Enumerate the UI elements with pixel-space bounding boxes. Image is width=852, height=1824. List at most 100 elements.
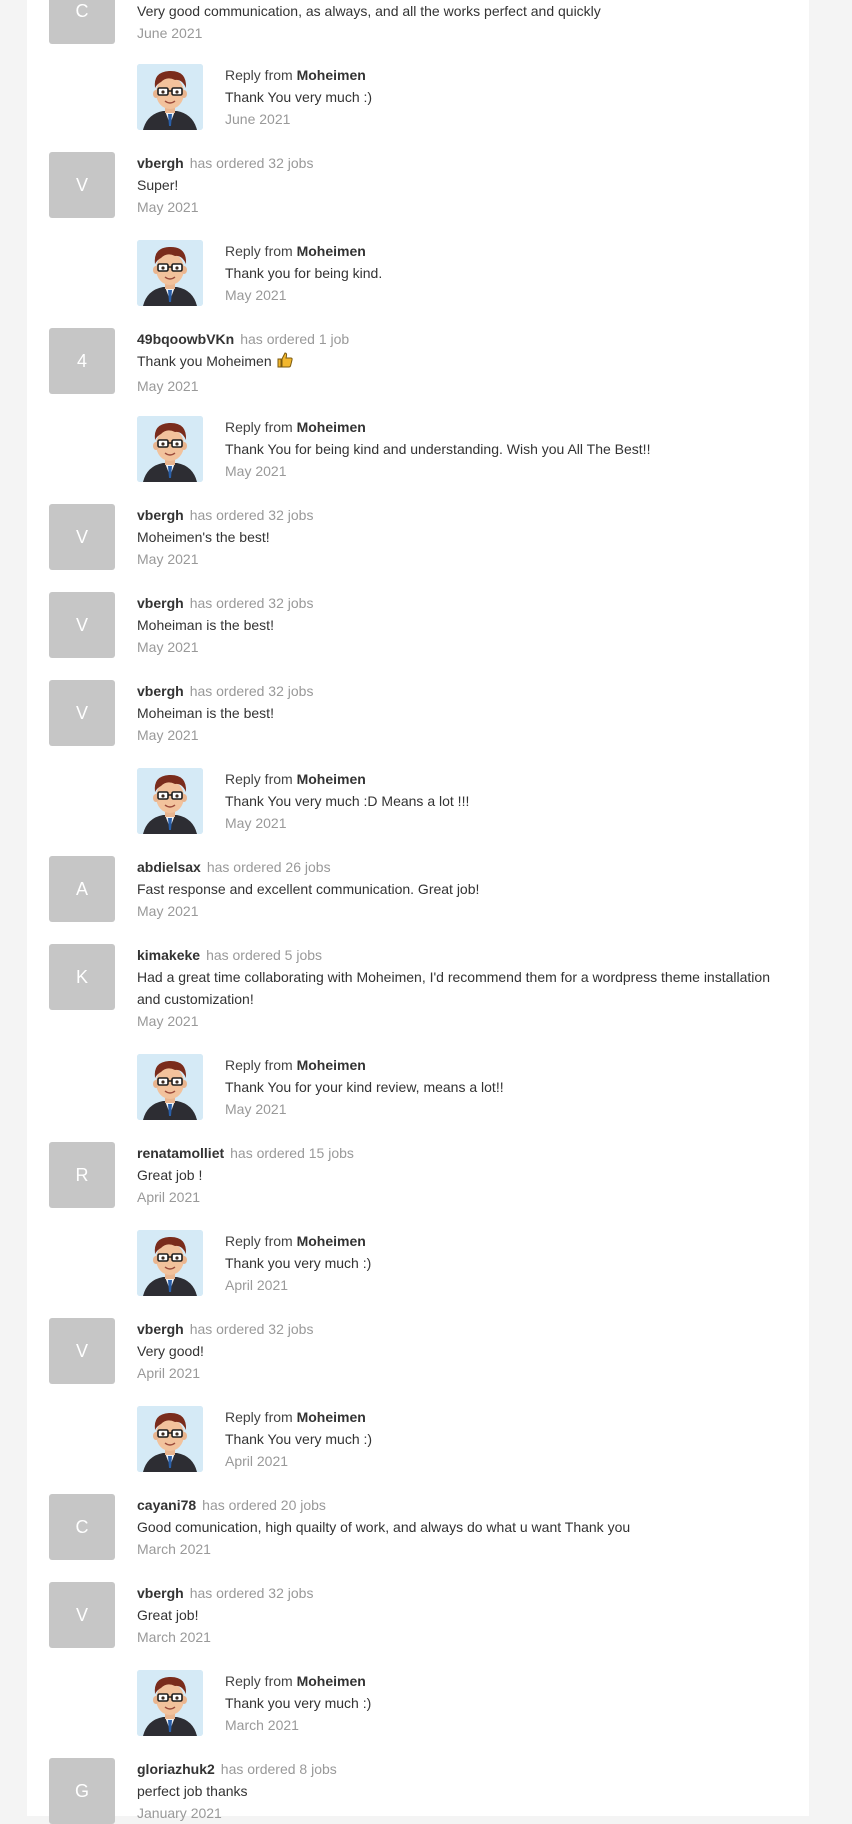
reply-prefix: Reply from — [225, 243, 293, 259]
order-count: has ordered 8 jobs — [220, 1761, 337, 1777]
reply-text: Thank You for being kind and understandi… — [225, 441, 651, 457]
seller-avatar — [137, 416, 203, 482]
review-date: June 2021 — [137, 25, 203, 41]
order-count: has ordered 32 jobs — [189, 683, 314, 699]
reviewer-avatar: A — [49, 856, 115, 922]
reply-prefix: Reply from — [225, 67, 293, 83]
review-date: May 2021 — [137, 551, 199, 567]
order-count: has ordered 32 jobs — [189, 1321, 314, 1337]
seller-avatar — [137, 240, 203, 306]
reply-text: Thank You for your kind review, means a … — [225, 1079, 504, 1095]
reviewer-avatar: C — [49, 0, 115, 44]
review-date: May 2021 — [137, 1013, 199, 1029]
reviewer-username[interactable]: cayani78 — [137, 1497, 196, 1513]
reviewer-avatar: V — [49, 1318, 115, 1384]
reviewer-avatar: V — [49, 680, 115, 746]
reviewer-avatar: R — [49, 1142, 115, 1208]
review-date: May 2021 — [137, 903, 199, 919]
review-date: May 2021 — [137, 727, 199, 743]
seller-avatar — [137, 1054, 203, 1120]
reviewer-username[interactable]: vbergh — [137, 507, 184, 523]
review-text: Very good! — [137, 1343, 204, 1359]
seller-avatar — [137, 1230, 203, 1296]
review-text: Great job ! — [137, 1167, 203, 1183]
seller-avatar — [137, 1406, 203, 1472]
reviewer-avatar: V — [49, 1582, 115, 1648]
reply-prefix: Reply from — [225, 419, 293, 435]
reply-text: Thank you very much :) — [225, 1695, 372, 1711]
reviewer-avatar: V — [49, 152, 115, 218]
reviewer-username[interactable]: 49bqoowbVKn — [137, 331, 234, 347]
reply-date: May 2021 — [225, 463, 287, 479]
replier-name[interactable]: Moheimen — [297, 1057, 366, 1073]
review-text: Moheimen's the best! — [137, 529, 270, 545]
replier-name[interactable]: Moheimen — [297, 419, 366, 435]
reviewer-username[interactable]: vbergh — [137, 683, 184, 699]
reviewer-username[interactable]: vbergh — [137, 155, 184, 171]
review-text: perfect job thanks — [137, 1783, 248, 1799]
reviewer-avatar: G — [49, 1758, 115, 1824]
reply-date: March 2021 — [225, 1717, 299, 1733]
seller-avatar — [137, 768, 203, 834]
replier-name[interactable]: Moheimen — [297, 1673, 366, 1689]
review-date: May 2021 — [137, 378, 199, 394]
order-count: has ordered 32 jobs — [189, 507, 314, 523]
reviews-panel: C Very good communication, as always, an… — [27, 0, 809, 1824]
reviewer-avatar: K — [49, 944, 115, 1010]
reply-text: Thank You very much :) — [225, 89, 373, 105]
review-text: Moheiman is the best! — [137, 705, 274, 721]
reply-prefix: Reply from — [225, 1673, 293, 1689]
reviewer-username[interactable]: abdielsax — [137, 859, 201, 875]
reply-prefix: Reply from — [225, 1233, 293, 1249]
review-date: April 2021 — [137, 1365, 201, 1381]
replier-name[interactable]: Moheimen — [297, 1409, 366, 1425]
reviewer-avatar: 4 — [49, 328, 115, 394]
seller-avatar — [137, 1670, 203, 1736]
review-text: Great job! — [137, 1607, 199, 1623]
order-count: has ordered 5 jobs — [206, 947, 323, 963]
reply-prefix: Reply from — [225, 1409, 293, 1425]
reply-date: April 2021 — [225, 1277, 289, 1293]
reviewer-avatar: V — [49, 592, 115, 658]
order-count: has ordered 15 jobs — [230, 1145, 354, 1161]
review-text: Super! — [137, 177, 179, 193]
review-text: Good comunication, high quailty of work,… — [137, 1519, 631, 1535]
reply-text: Thank You very much :D Means a lot !!! — [225, 793, 470, 809]
reply-text: Thank You very much :) — [225, 1431, 373, 1447]
reply-date: May 2021 — [225, 287, 287, 303]
reply-text: Thank you for being kind. — [225, 265, 383, 281]
order-count: has ordered 1 job — [240, 331, 350, 347]
reviewer-username[interactable]: vbergh — [137, 595, 184, 611]
order-count: has ordered 20 jobs — [202, 1497, 326, 1513]
review-date: May 2021 — [137, 639, 199, 655]
replier-name[interactable]: Moheimen — [297, 771, 366, 787]
reviewer-username[interactable]: kimakeke — [137, 947, 200, 963]
reply-date: June 2021 — [225, 111, 291, 127]
reply-text: Thank you very much :) — [225, 1255, 372, 1271]
reply-prefix: Reply from — [225, 1057, 293, 1073]
reviewer-avatar: V — [49, 504, 115, 570]
reviewer-username[interactable]: gloriazhuk2 — [137, 1761, 215, 1777]
review-date: March 2021 — [137, 1541, 211, 1557]
review-text: Had a great time collaborating with Mohe… — [137, 969, 770, 1007]
review-date: January 2021 — [137, 1805, 222, 1821]
reply-date: May 2021 — [225, 815, 287, 831]
replier-name[interactable]: Moheimen — [297, 67, 366, 83]
review-date: April 2021 — [137, 1189, 201, 1205]
review-text: Very good communication, as always, and … — [137, 3, 601, 19]
replier-name[interactable]: Moheimen — [297, 243, 366, 259]
reviewer-avatar: C — [49, 1494, 115, 1560]
reply-prefix: Reply from — [225, 771, 293, 787]
order-count: has ordered 32 jobs — [189, 595, 314, 611]
thumbs-up-icon — [276, 351, 294, 375]
reply-date: April 2021 — [225, 1453, 289, 1469]
replier-name[interactable]: Moheimen — [297, 1233, 366, 1249]
order-count: has ordered 26 jobs — [206, 859, 331, 875]
order-count: has ordered 32 jobs — [189, 1585, 314, 1601]
review-date: May 2021 — [137, 199, 199, 215]
reviewer-username[interactable]: vbergh — [137, 1321, 184, 1337]
reviewer-username[interactable]: vbergh — [137, 1585, 184, 1601]
reviewer-username[interactable]: renatamolliet — [137, 1145, 224, 1161]
review-text: Thank you Moheimen — [137, 353, 272, 369]
review-text: Fast response and excellent communicatio… — [137, 881, 480, 897]
